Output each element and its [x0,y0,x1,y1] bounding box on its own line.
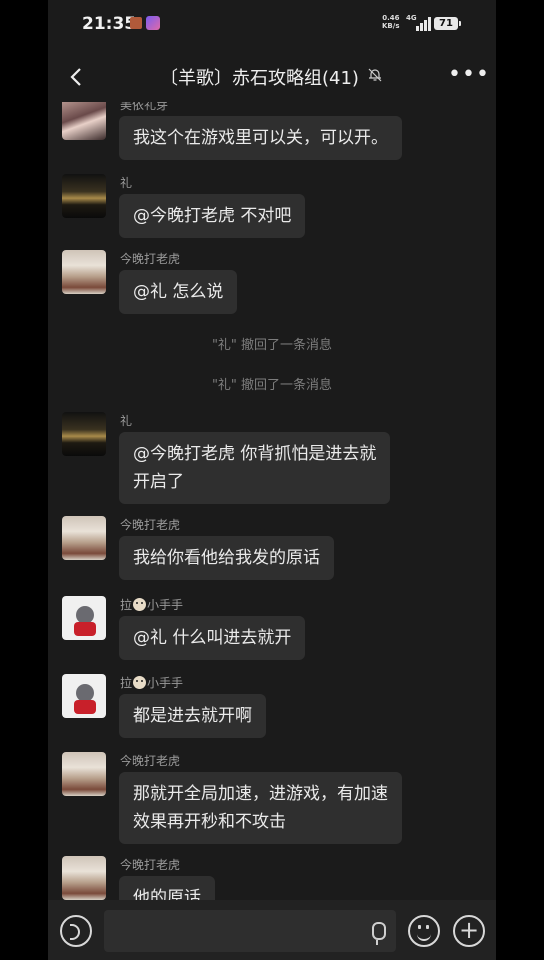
avatar[interactable] [62,752,106,796]
message-text: 开启了 [133,472,184,492]
dog-emoji-icon [133,598,147,611]
sender-name-part: 小手手 [147,598,184,612]
message-input[interactable] [104,910,396,952]
signal-icon [416,15,434,31]
avatar[interactable] [62,596,106,640]
chat-header: 〔羊歌〕赤石攻略组(41) ••• [48,50,496,102]
message-text: @今晚打老虎 你背抓怕是进去就 [133,444,377,464]
message-bubble[interactable]: 我这个在游戏里可以关，可以开。 [119,116,402,160]
sender-name: 美依礼芽 [120,102,169,112]
voice-icon[interactable] [60,915,92,947]
avatar[interactable] [62,102,106,140]
message-bubble[interactable]: 那就开全局加速，进游戏，有加速 效果再开秒和不攻击 [119,772,402,844]
sender-name: 礼 [120,176,133,190]
message-list: 美依礼芽我这个在游戏里可以关，可以开。礼 @今晚打老虎 不对吧今晚打老虎 @礼 怎么… [48,102,496,900]
dog-emoji-icon [133,676,147,689]
emoji-icon[interactable] [408,915,440,947]
sender-name: 拉小手手 [120,674,183,691]
message-text: 我这个在游戏里可以关，可以开。 [133,128,388,148]
chevron-left-icon[interactable] [66,66,88,88]
message-text: 他的原话 [133,888,201,900]
battery-icon: 71 [434,17,461,30]
message-bubble[interactable]: 他的原话 [119,876,215,900]
sender-name-part: 拉 [120,598,133,612]
message-text: 那就开全局加速，进游戏，有加速 [133,784,388,804]
chat-title: 〔羊歌〕赤石攻略组(41) [160,68,359,89]
message-text: @今晚打老虎 不对吧 [133,206,292,226]
more-icon[interactable]: ••• [448,62,490,87]
plus-icon[interactable]: + [453,915,485,947]
input-bar: + [48,900,496,960]
sender-name: 今晚打老虎 [120,858,181,872]
sender-name-part: 小手手 [147,676,184,690]
avatar[interactable] [62,856,106,900]
notification-app-icon [146,16,160,30]
avatar[interactable] [62,250,106,294]
status-time: 21:35 [82,14,137,34]
bell-off-icon [368,68,382,82]
sender-name: 今晚打老虎 [120,252,181,266]
message-bubble[interactable]: @今晚打老虎 不对吧 [119,194,306,238]
message-text: 我给你看他给我发的原话 [133,548,320,568]
avatar[interactable] [62,516,106,560]
message-text: @礼 怎么说 [133,282,224,302]
chat-screen: 21:35 0.46 KB/s 4G 71 〔羊歌〕赤石攻略组(41) ••• 美… [48,0,496,960]
avatar[interactable] [62,174,106,218]
message-text: @礼 什么叫进去就开 [133,628,292,648]
network-speed: 0.46 KB/s [382,14,400,30]
message-bubble[interactable]: 都是进去就开啊 [119,694,266,738]
recall-notice: "礼" 撤回了一条消息 [211,378,333,393]
sender-name-part: 拉 [120,676,133,690]
message-bubble[interactable]: @今晚打老虎 你背抓怕是进去就 开启了 [119,432,391,504]
sender-name: 今晚打老虎 [120,518,181,532]
avatar[interactable] [62,412,106,456]
message-bubble[interactable]: @礼 怎么说 [119,270,238,314]
mic-icon[interactable] [372,922,386,945]
recall-notice: "礼" 撤回了一条消息 [211,338,333,353]
message-text: 效果再开秒和不攻击 [133,812,286,832]
status-bar: 21:35 0.46 KB/s 4G 71 [48,0,496,50]
message-bubble[interactable]: @礼 什么叫进去就开 [119,616,306,660]
sender-name: 拉小手手 [120,596,183,613]
notification-app-icon [130,17,142,29]
message-bubble[interactable]: 我给你看他给我发的原话 [119,536,334,580]
sender-name: 礼 [120,414,133,428]
sender-name: 今晚打老虎 [120,754,181,768]
avatar[interactable] [62,674,106,718]
message-text: 都是进去就开啊 [133,706,252,726]
